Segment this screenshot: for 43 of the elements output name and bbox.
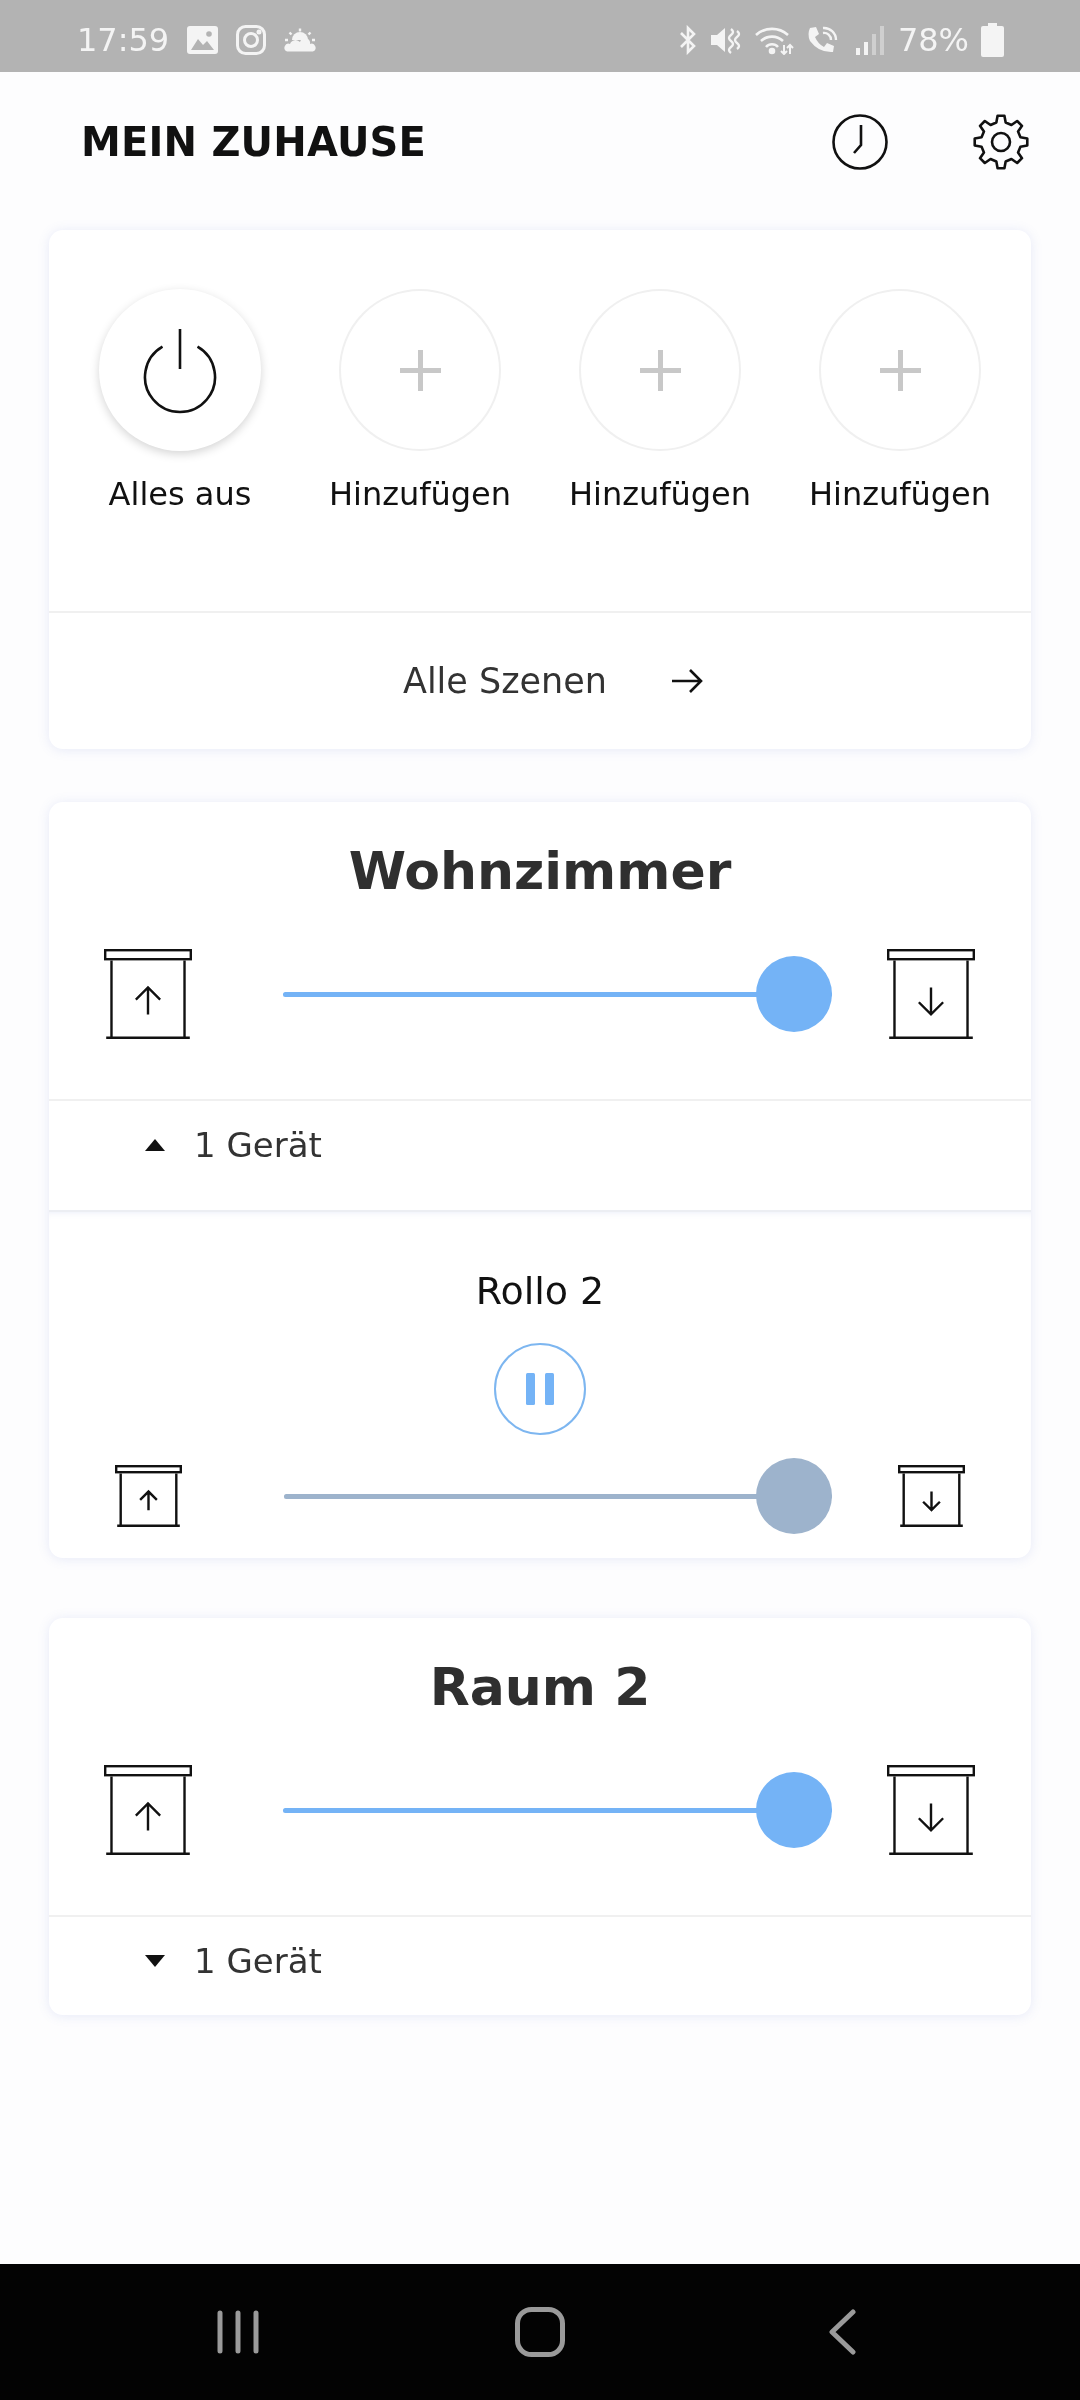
device-name: Rollo 2 (474, 1268, 606, 1315)
battery-icon (981, 23, 1004, 57)
battery-percent: 78% (897, 21, 969, 59)
speaker-vibrate-icon (709, 25, 742, 55)
status-time: 17:59 (77, 21, 170, 59)
scene-label: Hinzufügen (808, 474, 992, 515)
scene-label: Hinzufügen (568, 474, 752, 515)
scene-label: Alles aus (108, 474, 252, 515)
blind-down-icon[interactable] (898, 1465, 965, 1527)
pause-icon (526, 1373, 554, 1405)
clock-icon[interactable] (832, 114, 888, 170)
devices-toggle[interactable]: 1 Gerät (145, 1101, 322, 1199)
bluetooth-icon (677, 25, 698, 55)
plus-icon (399, 349, 441, 391)
home-icon[interactable] (515, 2307, 565, 2357)
recents-icon[interactable] (217, 2310, 259, 2354)
arrow-right-icon (671, 668, 704, 694)
blind-up-icon[interactable] (104, 949, 192, 1039)
room-title: Wohnzimmer (347, 840, 733, 903)
room-title: Raum 2 (428, 1656, 652, 1719)
slider-track[interactable] (283, 1772, 832, 1848)
page-title: MEIN ZUHAUSE (81, 119, 428, 165)
caret-icon (145, 1139, 165, 1151)
camera-icon (236, 25, 267, 55)
back-icon[interactable] (828, 2309, 856, 2355)
scene-label: Hinzufügen (328, 474, 512, 515)
wifi-icon (753, 25, 794, 55)
power-icon (142, 326, 218, 414)
picture-icon (187, 26, 219, 54)
plus-icon (639, 349, 681, 391)
caret-icon (145, 1955, 165, 1967)
blind-up-icon[interactable] (104, 1765, 192, 1855)
devices-toggle[interactable]: 1 Gerät (145, 1917, 322, 2015)
slider-track[interactable] (284, 1458, 832, 1534)
all-scenes-link[interactable]: Alle Szenen (402, 661, 704, 701)
slider-track[interactable] (283, 956, 832, 1032)
blind-down-icon[interactable] (887, 1765, 975, 1855)
sun-cloud-icon (284, 28, 317, 52)
settings-icon[interactable] (973, 114, 1029, 170)
blind-down-icon[interactable] (887, 949, 975, 1039)
plus-icon (879, 349, 921, 391)
signal-icon (854, 25, 886, 55)
blind-up-icon[interactable] (115, 1465, 182, 1527)
